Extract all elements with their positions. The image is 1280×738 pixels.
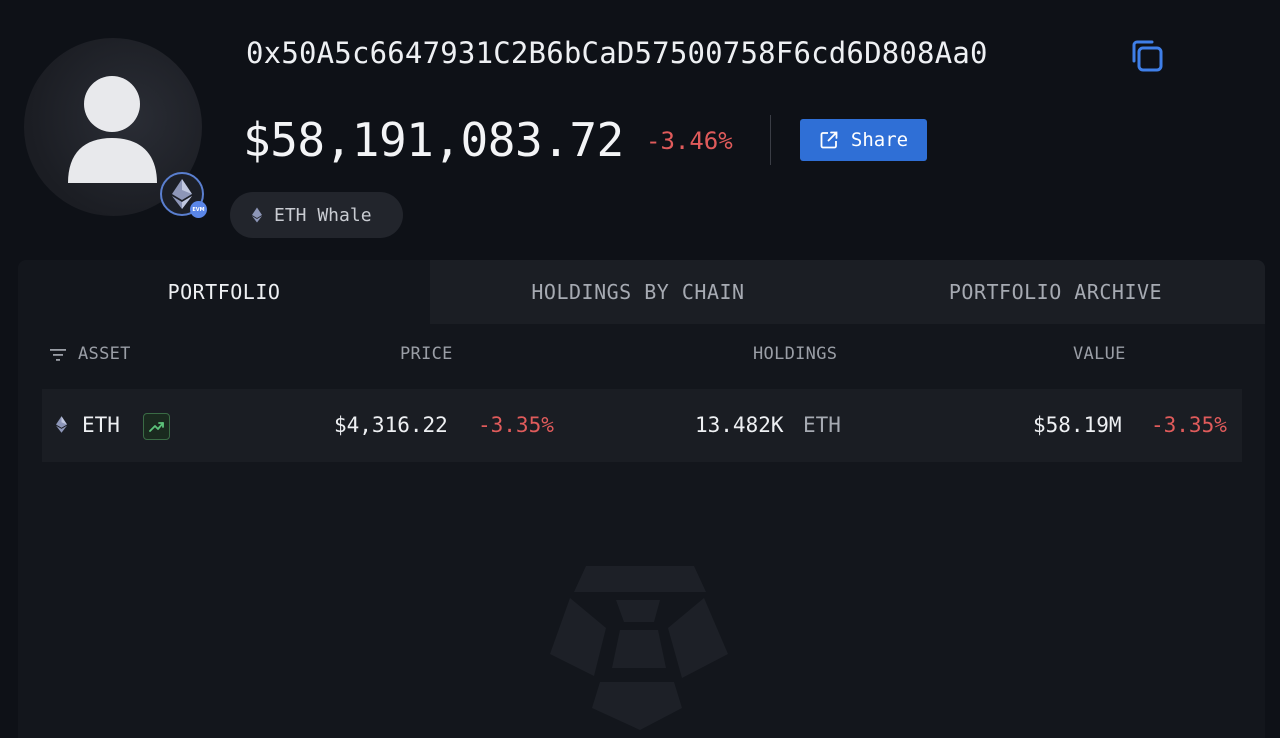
ethereum-icon [172,179,192,209]
tab-bar: PORTFOLIO HOLDINGS BY CHAIN PORTFOLIO AR… [18,260,1265,324]
external-link-icon [820,131,838,149]
ethereum-icon [252,207,262,223]
table-row[interactable]: ETH $4,316.22 -3.35% 13.482K ETH $58.19M… [42,389,1242,462]
portfolio-panel: PORTFOLIO HOLDINGS BY CHAIN PORTFOLIO AR… [18,260,1265,738]
column-header-value[interactable]: VALUE [1073,344,1126,364]
column-header-holdings[interactable]: HOLDINGS [753,344,837,364]
tab-portfolio[interactable]: PORTFOLIO [18,260,430,324]
asset-holdings: 13.482K [695,413,784,437]
tab-portfolio-archive[interactable]: PORTFOLIO ARCHIVE [846,260,1265,324]
entity-tag-label: ETH Whale [274,204,372,226]
portfolio-balance: $58,191,083.72 [243,113,624,167]
copy-address-button[interactable] [1127,36,1167,76]
holdings-unit: ETH [803,413,841,437]
wallet-profile-page: EVM 0x50A5c6647931C2B6bCaD57500758F6cd6D… [0,0,1280,738]
share-button[interactable]: Share [800,119,927,161]
asset-value: $58.19M [1033,413,1122,437]
value-change: -3.35% [1151,413,1227,437]
filter-icon[interactable] [50,348,68,362]
divider [770,115,771,165]
ethereum-icon [56,416,67,433]
asset-price: $4,316.22 [334,413,448,437]
wallet-address: 0x50A5c6647931C2B6bCaD57500758F6cd6D808A… [246,36,988,70]
share-label: Share [850,129,909,151]
tab-holdings-by-chain[interactable]: HOLDINGS BY CHAIN [430,260,846,324]
column-header-price[interactable]: PRICE [400,344,453,364]
entity-tag[interactable]: ETH Whale [230,192,403,238]
price-change: -3.35% [478,413,554,437]
arkham-logo-watermark-icon [550,566,728,730]
evm-badge: EVM [190,201,207,218]
column-header-asset[interactable]: ASSET [78,344,131,364]
trending-up-badge [143,413,170,440]
trending-up-icon [148,421,164,432]
copy-icon [1132,40,1163,72]
asset-name: ETH [82,413,120,437]
balance-change: -3.46% [646,127,733,155]
